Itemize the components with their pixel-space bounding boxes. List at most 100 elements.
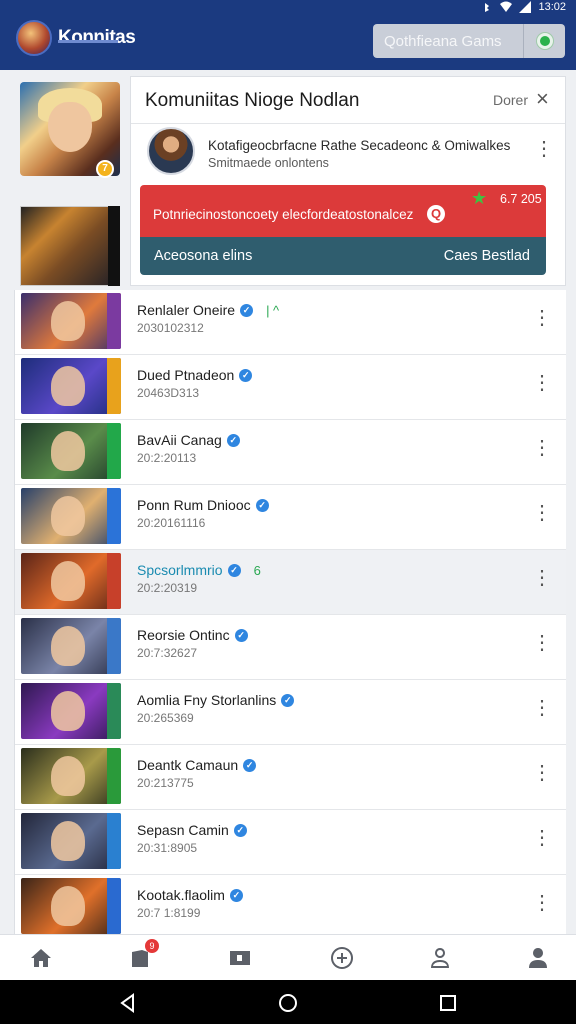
list-item-thumbnail[interactable] xyxy=(21,358,121,414)
thumbnail-strip xyxy=(107,358,121,414)
app-name: Konnitas xyxy=(58,27,136,48)
thumbnail-figure xyxy=(51,886,85,926)
nav-inbox[interactable]: 9 xyxy=(125,939,159,971)
nav-media[interactable] xyxy=(225,945,255,971)
community-subtitle: Kotafigeocbrfacne Rathe Secadeonc & Omiw… xyxy=(208,138,511,153)
list-item-date: 20:213775 xyxy=(137,776,194,790)
list-item-title: Deantk Camaun xyxy=(137,757,239,773)
list-item[interactable]: Aomlia Fny Storlanlins ✓ 20:265369 ⋮ xyxy=(15,680,566,745)
list-item-thumbnail[interactable] xyxy=(21,618,121,674)
signal-icon xyxy=(519,1,532,13)
more-options-icon[interactable]: ⋮ xyxy=(532,373,552,393)
more-options-icon[interactable]: ⋮ xyxy=(532,503,552,523)
nav-account[interactable] xyxy=(523,945,553,971)
alert-banner[interactable]: Potnriecinostoncoety elecfordeatostonalc… xyxy=(140,185,546,237)
action-right-button[interactable]: Caes Bestlad xyxy=(444,248,530,264)
back-icon[interactable] xyxy=(118,993,138,1013)
nav-home[interactable] xyxy=(26,945,56,971)
list-item[interactable]: Dued Ptnadeon ✓ 20463D313 ⋮ xyxy=(15,355,566,420)
thumbnail-figure xyxy=(51,626,85,666)
system-navigation-bar xyxy=(0,980,576,1024)
community-meta: Smitmaede onlontens xyxy=(208,156,329,170)
list-item-title: Spcsorlmmrio xyxy=(137,562,223,578)
home-circle-icon[interactable] xyxy=(278,993,298,1013)
thumbnail-figure xyxy=(51,366,85,406)
list-item[interactable]: Deantk Camaun ✓ 20:213775 ⋮ xyxy=(15,745,566,810)
list-item-title: BavAii Canag xyxy=(137,432,222,448)
list-item-title-row: Ponn Rum Dniooc ✓ xyxy=(137,497,282,513)
featured-thumbnail[interactable] xyxy=(20,206,120,286)
featured-thumbnail-strip xyxy=(108,206,120,286)
online-status-icon[interactable] xyxy=(537,33,553,49)
more-options-icon[interactable]: ⋮ xyxy=(532,308,552,328)
list-item-title: Renlaler Oneire xyxy=(137,302,236,318)
verified-icon: ✓ xyxy=(239,368,253,382)
thumbnail-figure xyxy=(51,301,85,341)
list-item[interactable]: Reorsie Ontinc ✓ 20:7:32627 ⋮ xyxy=(15,615,566,680)
status-bar: 13:02 xyxy=(481,0,566,14)
more-options-icon[interactable]: ⋮ xyxy=(532,893,552,913)
search-icon[interactable]: Q xyxy=(427,205,445,223)
list-item[interactable]: Spcsorlmmrio ✓ 6 20:2:20319 ⋮ xyxy=(15,550,566,615)
nav-profile[interactable] xyxy=(425,945,455,971)
list-item-thumbnail[interactable] xyxy=(21,488,121,544)
list-item-date: 20:265369 xyxy=(137,711,194,725)
action-left-button[interactable]: Aceosona elins xyxy=(154,248,252,264)
list-item[interactable]: BavAii Canag ✓ 20:2:20113 ⋮ xyxy=(15,420,566,485)
card-close-label[interactable]: Dorer xyxy=(493,92,528,108)
more-options-icon[interactable]: ⋮ xyxy=(532,438,552,458)
account-icon xyxy=(529,948,547,968)
bottom-navigation: 9 xyxy=(0,934,576,980)
list-item-date: 2030102312 xyxy=(137,321,204,335)
list-item-thumbnail[interactable] xyxy=(21,423,121,479)
more-options-icon[interactable]: ⋮ xyxy=(532,828,552,848)
logo-emblem-icon xyxy=(16,20,52,56)
community-avatar[interactable] xyxy=(147,127,195,175)
more-options-icon[interactable]: ⋮ xyxy=(532,633,552,653)
list-item[interactable]: Kootak.flaolim ✓ 20:7 1:8199 ⋮ xyxy=(15,875,566,940)
list-item-thumbnail[interactable] xyxy=(21,813,121,869)
list-item-date: 20:31:8905 xyxy=(137,841,198,855)
thumbnail-figure xyxy=(51,691,85,731)
list-item-title-row: Spcsorlmmrio ✓ 6 xyxy=(137,562,261,578)
list-item[interactable]: Sepasn Camin ✓ 20:31:8905 ⋮ xyxy=(15,810,566,875)
thumbnail-strip xyxy=(107,553,121,609)
list-item-title-row: Renlaler Oneire ✓ | ^ xyxy=(137,302,279,318)
more-options-icon[interactable]: ⋮ xyxy=(532,568,552,588)
star-icon: ★ xyxy=(471,188,488,208)
header-search-button[interactable]: Qothfieana Gams xyxy=(373,24,565,58)
more-options-icon[interactable]: ⋮ xyxy=(532,698,552,718)
list-item-title-row: Aomlia Fny Storlanlins ✓ xyxy=(137,692,307,708)
list-item-thumbnail[interactable] xyxy=(21,293,121,349)
list-item-date: 20463D313 xyxy=(137,386,200,400)
list-item-date: 20:7 1:8199 xyxy=(137,906,201,920)
status-time: 13:02 xyxy=(538,1,566,13)
list-item-title: Dued Ptnadeon xyxy=(137,367,235,383)
list-item-thumbnail[interactable] xyxy=(21,748,121,804)
alert-text: Potnriecinostoncoety elecfordeatostonalc… xyxy=(153,207,414,222)
alert-score: 6.7 205 xyxy=(500,192,542,206)
recents-icon[interactable] xyxy=(438,993,458,1013)
more-options-icon[interactable]: ⋮ xyxy=(534,139,554,159)
list-item-thumbnail[interactable] xyxy=(21,553,121,609)
more-options-icon[interactable]: ⋮ xyxy=(532,763,552,783)
list-item[interactable]: Renlaler Oneire ✓ | ^ 2030102312 ⋮ xyxy=(15,290,566,355)
list-item-thumbnail[interactable] xyxy=(21,878,121,934)
thumbnail-figure xyxy=(51,561,85,601)
profile-level-badge: 7 xyxy=(96,160,114,178)
list-item-thumbnail[interactable] xyxy=(21,683,121,739)
nav-create[interactable] xyxy=(327,945,357,971)
plus-circle-icon xyxy=(331,947,354,969)
list-item-date: 20:7:32627 xyxy=(137,646,198,660)
list-item-date: 20:2:20113 xyxy=(137,451,197,465)
list-item[interactable]: Ponn Rum Dniooc ✓ 20:20161116 ⋮ xyxy=(15,485,566,550)
verified-icon: ✓ xyxy=(243,758,257,772)
app-logo[interactable]: Konnitas xyxy=(16,20,136,56)
verified-icon: ✓ xyxy=(255,498,269,512)
close-icon[interactable]: × xyxy=(536,88,549,110)
list-item-extra: 6 xyxy=(253,562,261,578)
list-item-title: Kootak.flaolim xyxy=(137,887,225,903)
bluetooth-icon xyxy=(485,3,490,12)
verified-icon: ✓ xyxy=(233,823,247,837)
verified-icon: ✓ xyxy=(281,693,295,707)
